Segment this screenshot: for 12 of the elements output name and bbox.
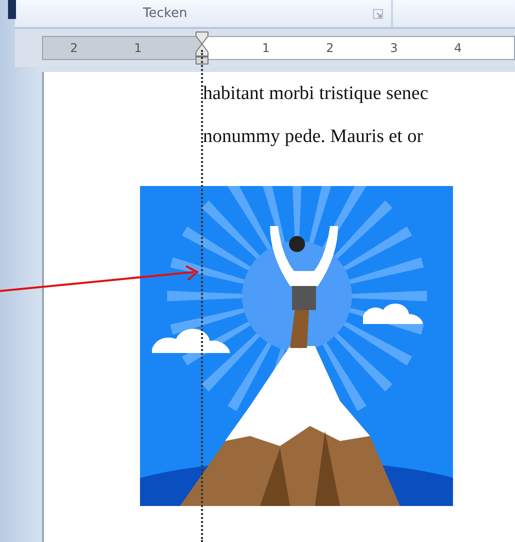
dialog-launcher-icon[interactable] bbox=[373, 9, 383, 19]
ruler-number: 1 bbox=[133, 41, 143, 55]
group-label: Tecken bbox=[143, 6, 188, 21]
tab-marker bbox=[8, 0, 16, 19]
ruler-number: 1 bbox=[261, 41, 271, 55]
ruler-number: 3 bbox=[389, 41, 399, 55]
ruler-number: 2 bbox=[325, 41, 335, 55]
indent-marker-icon[interactable] bbox=[195, 31, 209, 65]
ruler-number: 2 bbox=[69, 41, 79, 55]
ruler-number: 4 bbox=[453, 41, 463, 55]
body-text: habitant morbi tristique senec bbox=[203, 82, 430, 106]
body-text: nonummy pede. Mauris et or bbox=[203, 125, 424, 149]
